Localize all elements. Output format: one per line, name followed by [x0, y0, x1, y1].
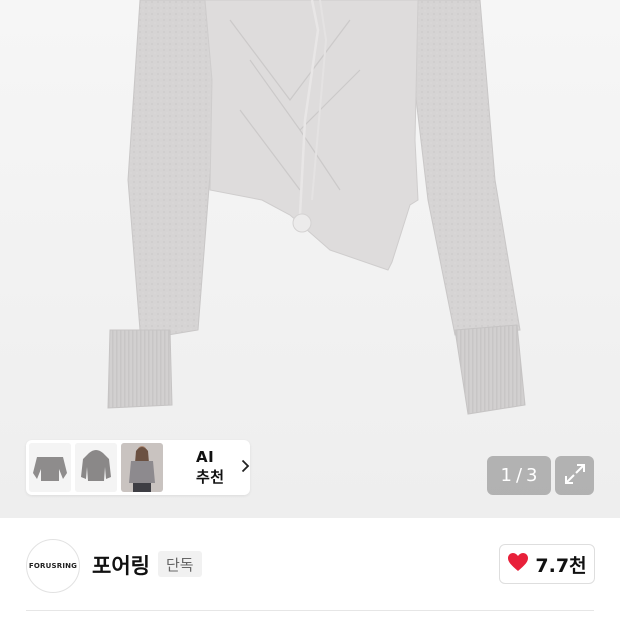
divider [26, 610, 594, 611]
page-total: 3 [526, 465, 538, 486]
ai-recommend-link[interactable]: AI 추천 [171, 440, 250, 495]
brand-logo-text: FORUSRING [28, 562, 78, 570]
expand-button[interactable] [555, 456, 594, 495]
brand-name[interactable]: 포어링 [92, 550, 150, 580]
thumb-sweater-front[interactable] [29, 443, 71, 492]
thumb-model[interactable] [121, 443, 163, 492]
exclusive-badge: 단독 [158, 551, 202, 577]
page-current: 1 [500, 465, 512, 486]
brand-logo[interactable]: FORUSRING [26, 539, 80, 593]
page-separator: / [515, 465, 523, 486]
thumbnail-strip: AI 추천 [26, 440, 250, 495]
ai-recommend-label: AI 추천 [196, 448, 225, 486]
like-count: 7.7천 [535, 554, 587, 577]
thumb-sweater-hood[interactable] [75, 443, 117, 492]
chevron-right-icon [241, 457, 250, 478]
page-counter: 1 / 3 [487, 456, 551, 495]
expand-icon [563, 462, 587, 490]
like-button[interactable]: 7.7천 [499, 544, 595, 584]
brand-row: FORUSRING 포어링 단독 7.7천 [0, 518, 620, 610]
product-image[interactable]: AI 추천 1 / 3 [0, 0, 620, 518]
heart-icon [507, 552, 529, 576]
